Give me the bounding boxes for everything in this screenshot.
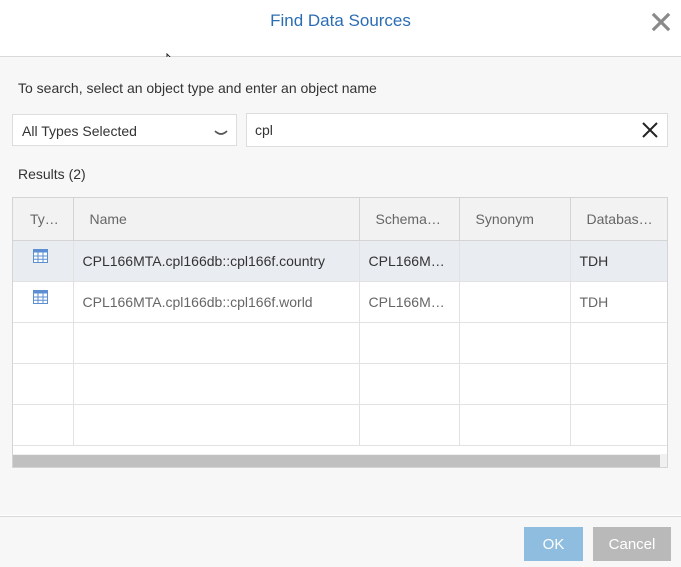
column-header-name[interactable]: Name xyxy=(73,198,360,241)
ok-button[interactable]: OK xyxy=(524,527,583,561)
table-header-row: Typ… Name Schema… Synonym Database… xyxy=(13,198,667,241)
row-database-cell: TDH xyxy=(570,240,667,282)
table-icon xyxy=(33,248,48,263)
object-type-value: All Types Selected xyxy=(22,123,137,139)
table-icon xyxy=(33,289,48,304)
empty-row xyxy=(13,363,667,405)
row-schema-cell: CPL166M… xyxy=(359,281,460,323)
row-database-cell: TDH xyxy=(570,281,667,323)
horizontal-scrollbar[interactable] xyxy=(13,454,667,467)
dialog-body: To search, select an object type and ent… xyxy=(0,57,681,515)
row-schema-cell: CPL166M… xyxy=(359,240,460,282)
chevron-down-icon xyxy=(214,125,228,135)
column-header-database[interactable]: Database… xyxy=(570,198,667,241)
table-row[interactable]: CPL166MTA.cpl166db::cpl166f.country CPL1… xyxy=(13,240,667,282)
row-synonym-cell xyxy=(459,240,571,282)
row-type-cell xyxy=(13,281,74,323)
empty-row xyxy=(13,404,667,446)
clear-icon[interactable] xyxy=(641,121,659,139)
dialog-footer: OK Cancel xyxy=(0,516,681,567)
row-name-cell: CPL166MTA.cpl166db::cpl166f.world xyxy=(73,281,360,323)
search-input[interactable] xyxy=(255,120,625,140)
table-row[interactable]: CPL166MTA.cpl166db::cpl166f.world CPL166… xyxy=(13,281,667,323)
column-header-type[interactable]: Typ… xyxy=(13,198,74,241)
row-synonym-cell xyxy=(459,281,571,323)
object-type-select[interactable]: All Types Selected xyxy=(12,114,237,146)
row-name-cell: CPL166MTA.cpl166db::cpl166f.country xyxy=(73,240,360,282)
cancel-button[interactable]: Cancel xyxy=(593,527,671,561)
results-count: Results (2) xyxy=(18,166,86,182)
results-table: Typ… Name Schema… Synonym Database… CPL1… xyxy=(12,197,668,468)
empty-row xyxy=(13,322,667,364)
search-field[interactable] xyxy=(246,113,668,147)
column-header-synonym[interactable]: Synonym xyxy=(459,198,571,241)
row-type-cell xyxy=(13,240,74,282)
dialog-header: Find Data Sources xyxy=(0,0,681,57)
scrollbar-thumb[interactable] xyxy=(13,455,660,467)
instruction-text: To search, select an object type and ent… xyxy=(18,80,377,96)
dialog-title: Find Data Sources xyxy=(270,11,411,30)
column-header-schema[interactable]: Schema… xyxy=(359,198,460,241)
close-icon[interactable] xyxy=(649,10,673,34)
